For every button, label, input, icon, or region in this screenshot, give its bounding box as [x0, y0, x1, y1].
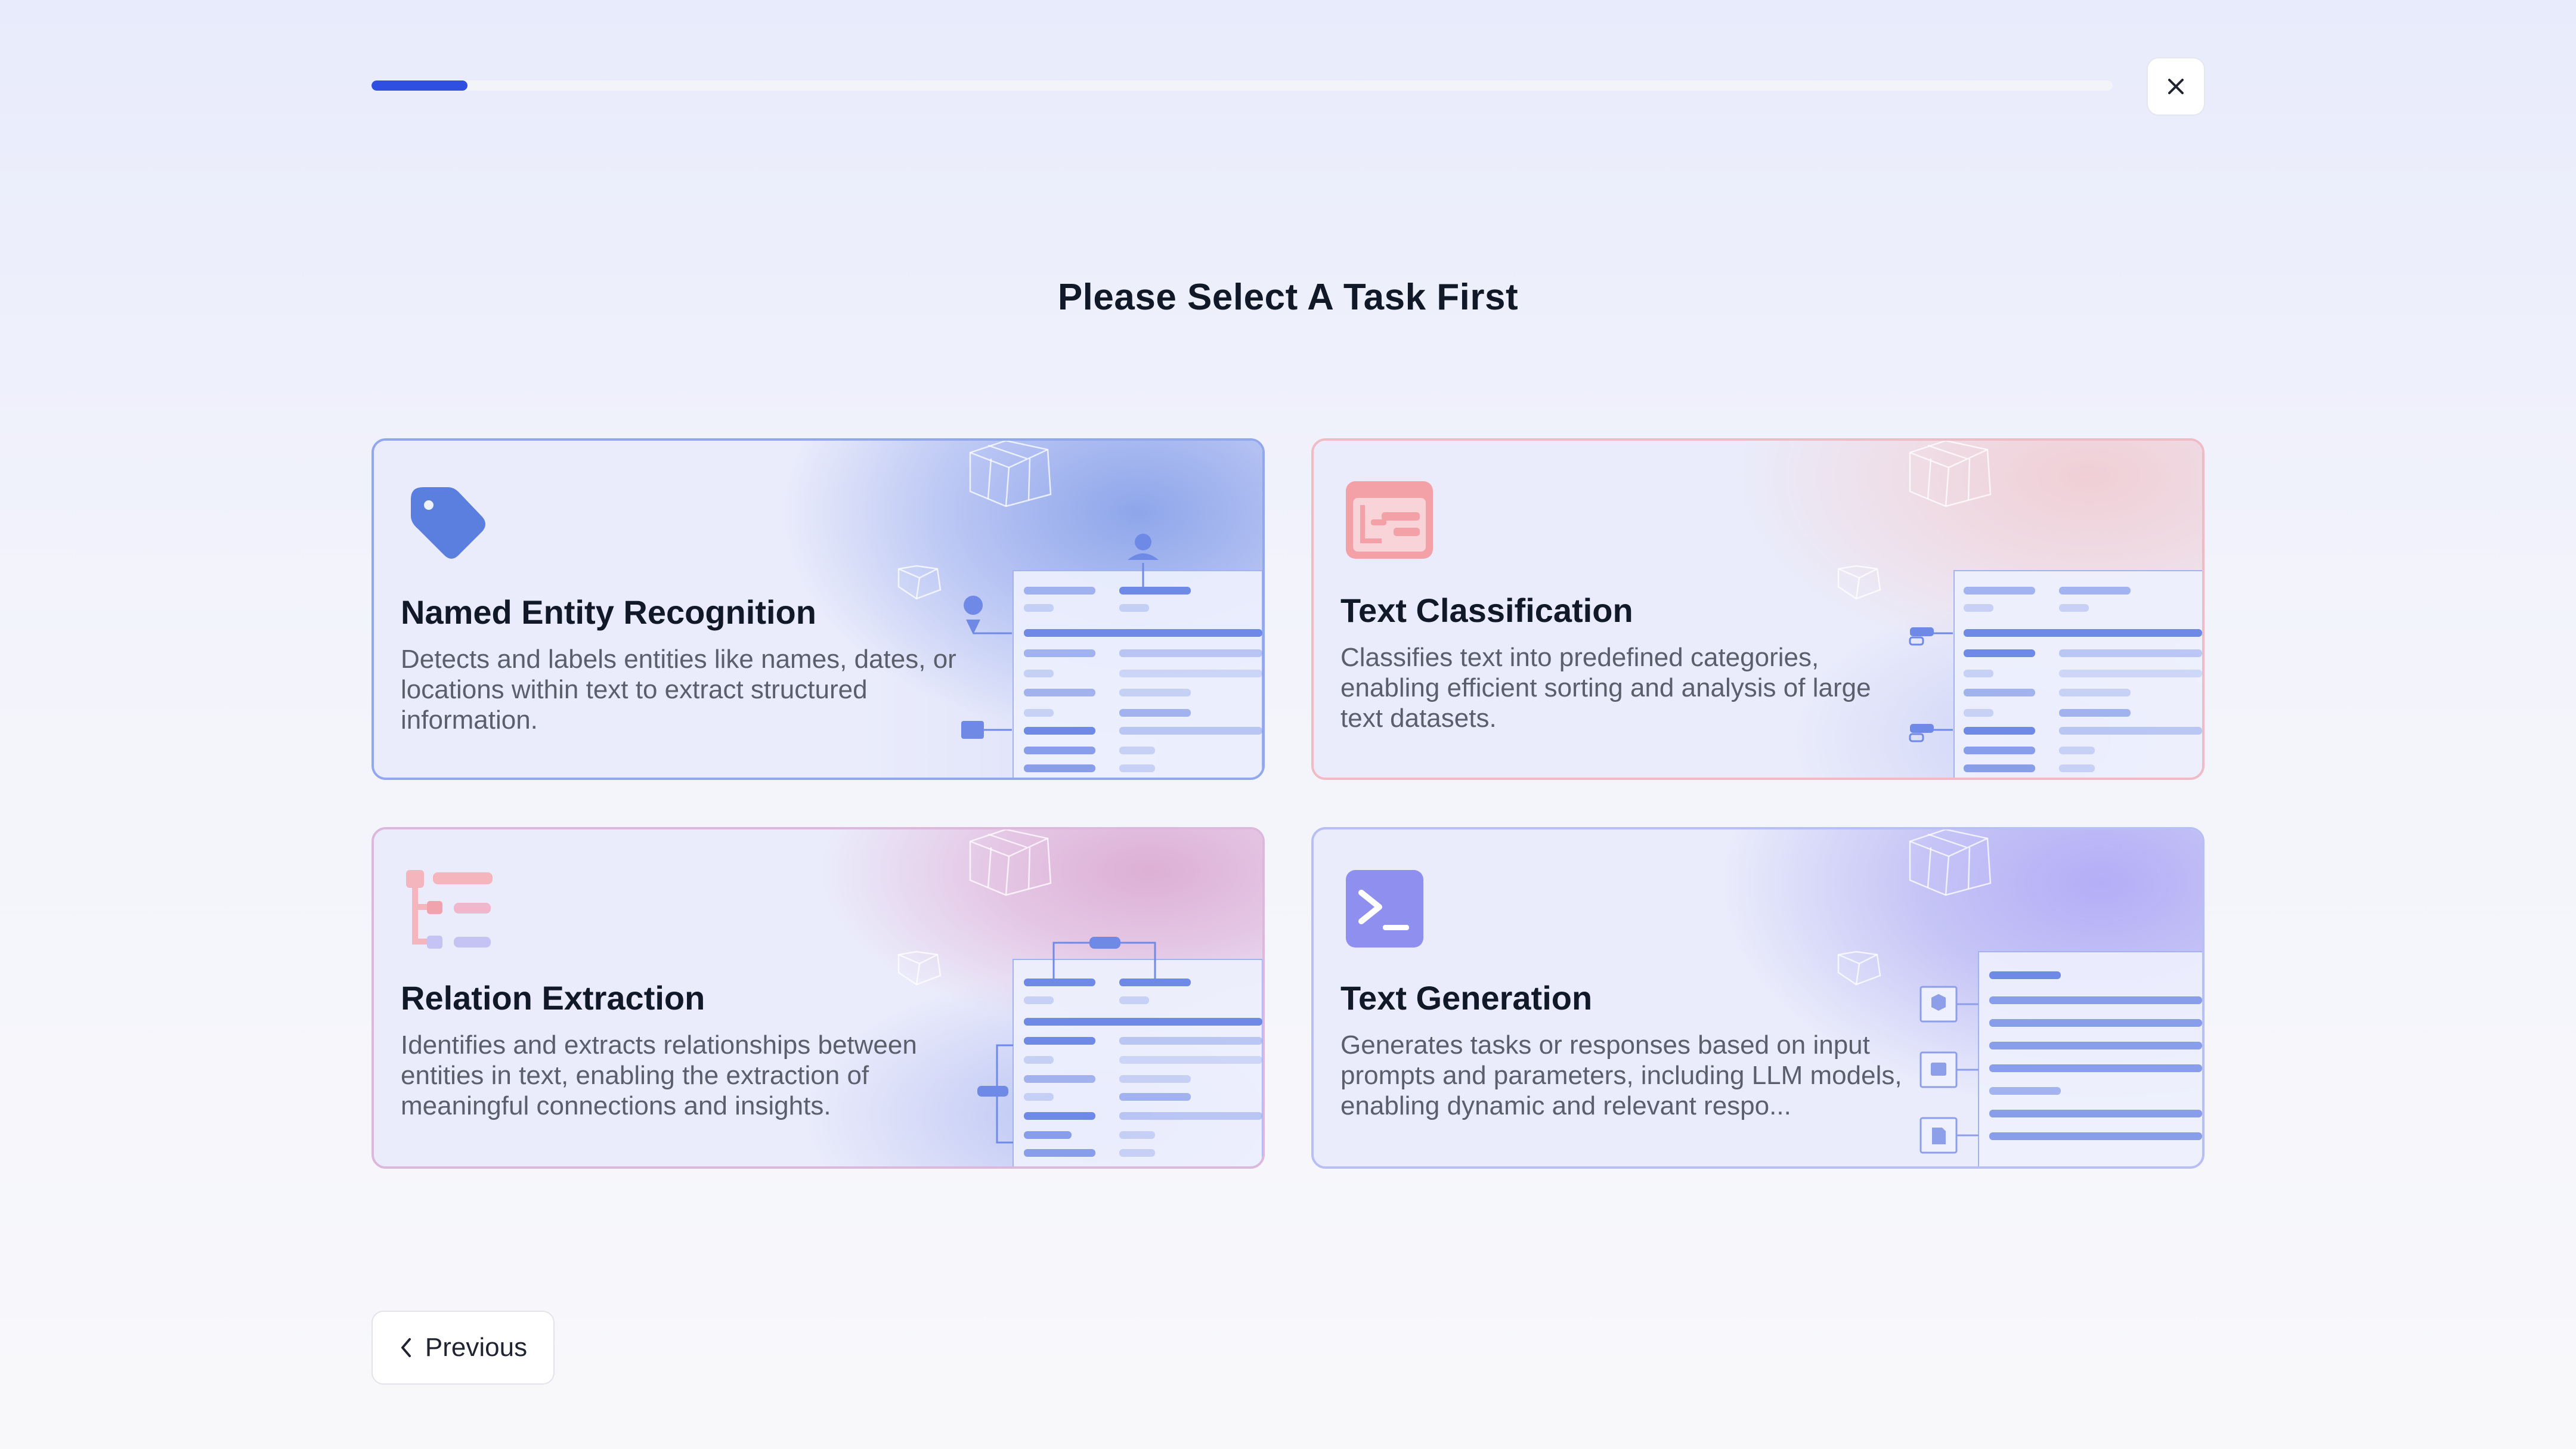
task-card-relation-extraction[interactable]: Relation Extraction Identifies and extra…	[371, 827, 1265, 1169]
close-button[interactable]	[2147, 57, 2205, 116]
task-card-text-classification[interactable]: Text Classification Classifies text into…	[1311, 438, 2205, 780]
classification-icon	[1346, 481, 1433, 559]
task-description: Generates tasks or responses based on in…	[1340, 1030, 1902, 1120]
previous-button[interactable]: Previous	[371, 1311, 555, 1385]
task-description: Identifies and extracts relationships be…	[401, 1030, 917, 1120]
terminal-icon	[1346, 870, 1423, 948]
task-description: Detects and labels entities like names, …	[401, 645, 956, 735]
task-title: Text Generation	[1340, 979, 1593, 1017]
task-title: Relation Extraction	[401, 979, 705, 1017]
task-description: Classifies text into predefined categori…	[1340, 643, 1871, 733]
progress-bar-fill	[371, 80, 467, 91]
page-title: Please Select A Task First	[1057, 277, 1519, 318]
chevron-left-icon	[401, 1338, 411, 1357]
task-title: Text Classification	[1340, 592, 1633, 629]
task-card-named-entity-recognition[interactable]: Named Entity Recognition Detects and lab…	[371, 438, 1265, 780]
close-icon	[2168, 79, 2184, 94]
previous-button-label: Previous	[425, 1333, 528, 1362]
progress-bar	[371, 80, 2113, 91]
relation-tree-icon	[406, 870, 493, 949]
task-card-text-generation[interactable]: Text Generation Generates tasks or respo…	[1311, 827, 2205, 1169]
tag-icon	[411, 487, 485, 559]
task-title: Named Entity Recognition	[401, 593, 816, 631]
